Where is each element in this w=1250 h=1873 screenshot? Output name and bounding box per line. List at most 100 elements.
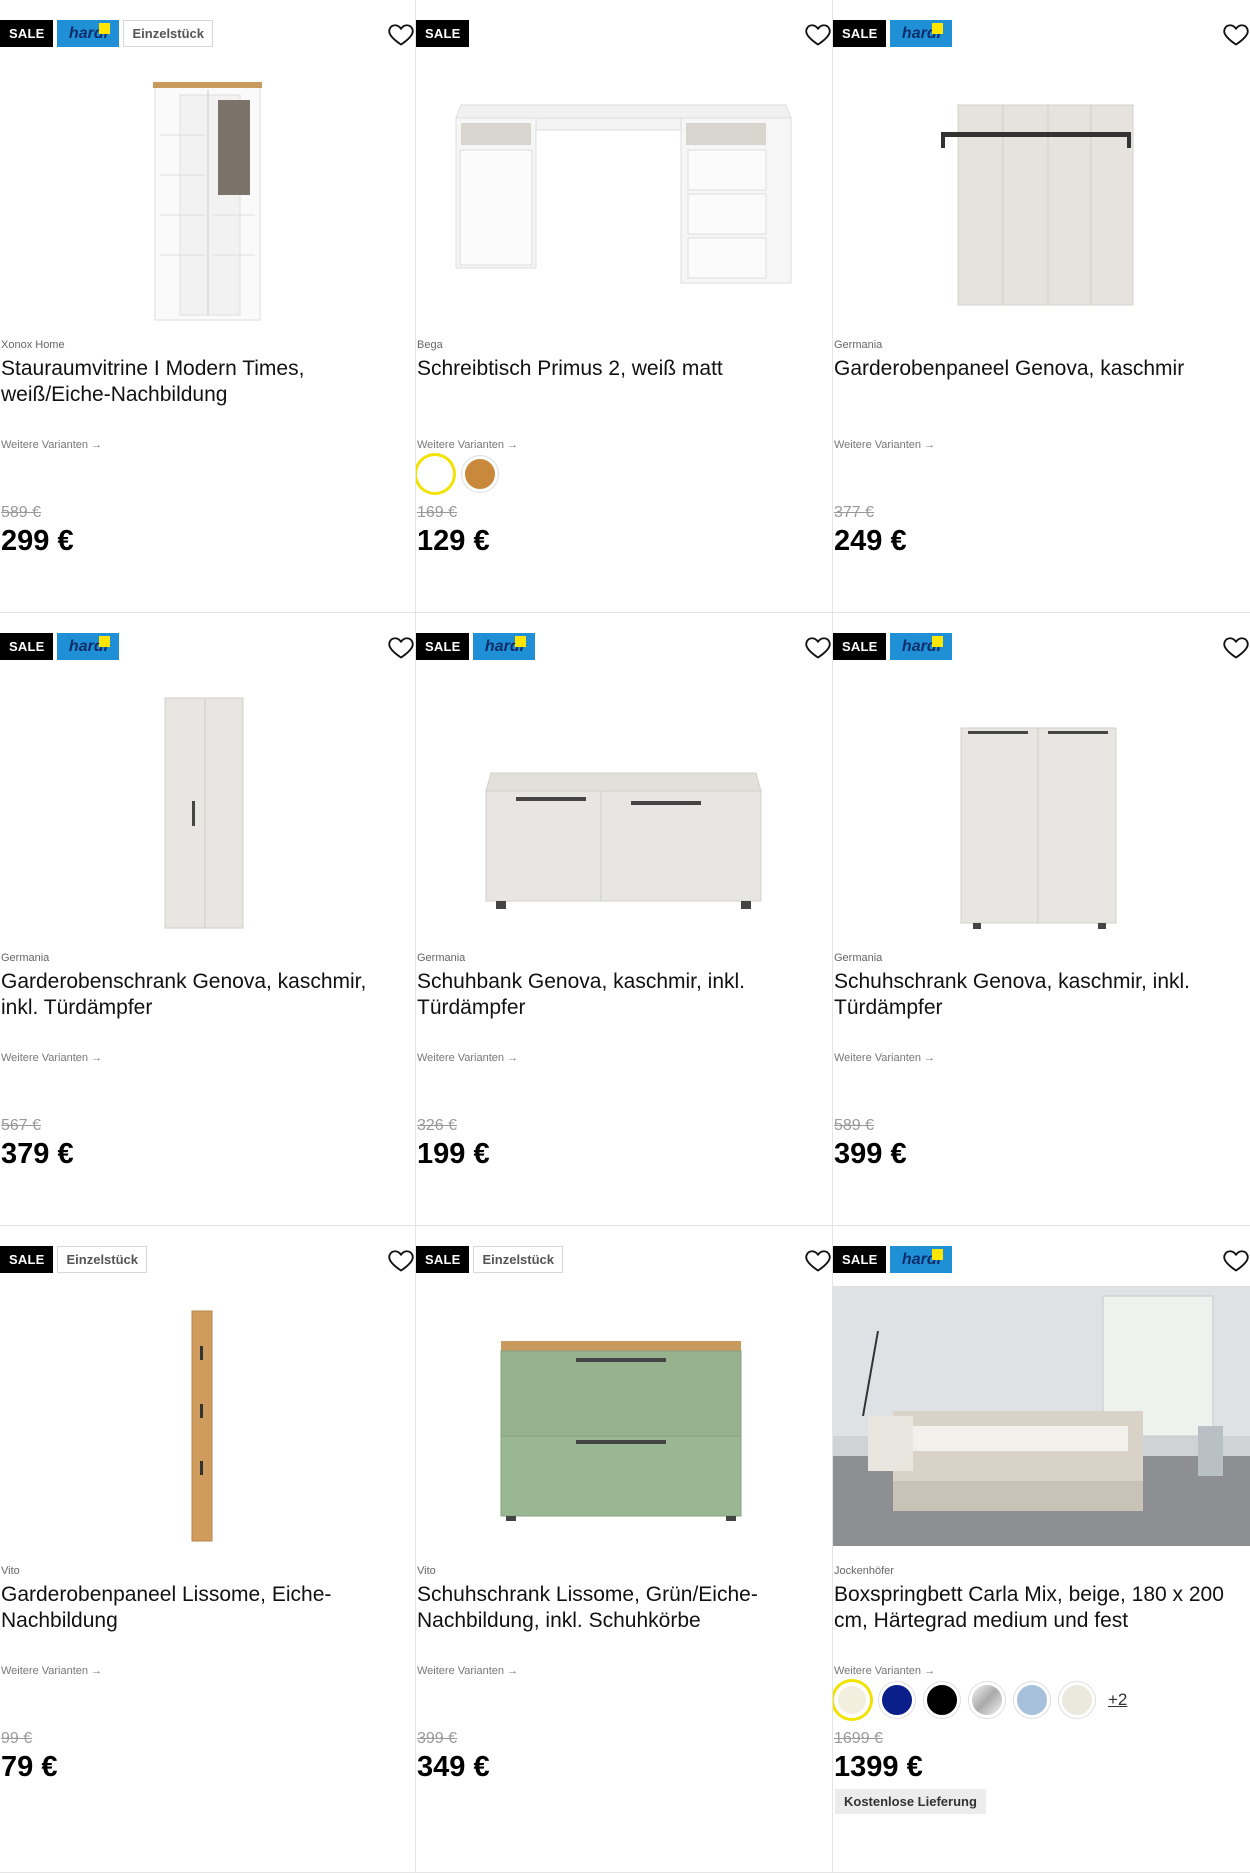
- swatch-oak[interactable]: [462, 456, 498, 492]
- brand-name: Bega: [417, 339, 443, 351]
- more-variants-link[interactable]: Weitere Varianten →: [417, 1665, 518, 1677]
- wishlist-heart-icon[interactable]: [1222, 1246, 1250, 1274]
- wishlist-heart-icon[interactable]: [804, 1246, 832, 1274]
- badge-row: SALE hardi: [833, 633, 953, 660]
- price: 79 €: [1, 1751, 58, 1783]
- brand-name: Xonox Home: [1, 339, 65, 351]
- hardi-logo-badge: hardi: [890, 20, 953, 47]
- wishlist-heart-icon[interactable]: [387, 1246, 415, 1274]
- product-card[interactable]: SALE hardi Germania Garderobenschrank Ge…: [0, 613, 415, 1225]
- sale-badge: SALE: [0, 633, 54, 660]
- swatch-black[interactable]: [924, 1682, 960, 1718]
- product-image[interactable]: [0, 60, 415, 330]
- single-item-badge: Einzelstück: [57, 1246, 148, 1273]
- single-item-badge: Einzelstück: [123, 20, 214, 47]
- more-variants-link[interactable]: Weitere Varianten →: [1, 1665, 102, 1677]
- brand-name: Germania: [417, 952, 466, 964]
- badge-row: SALE hardi: [833, 1246, 953, 1273]
- product-card[interactable]: SALE Einzelstück Vito Schuhschrank Lisso…: [416, 1226, 832, 1872]
- sale-badge: SALE: [833, 1246, 887, 1273]
- product-card[interactable]: SALE Einzelstück Vito Garderobenpaneel L…: [0, 1226, 415, 1872]
- hardi-logo-badge: hardi: [57, 633, 120, 660]
- product-title[interactable]: Boxspringbett Carla Mix, beige, 180 x 20…: [834, 1582, 1240, 1634]
- product-card[interactable]: SALE Bega Schreibtisch Primus 2, weiß ma…: [416, 0, 832, 612]
- price: 379 €: [1, 1138, 74, 1170]
- product-title[interactable]: Schuhschrank Genova, kaschmir, inkl. Tür…: [834, 969, 1240, 1021]
- old-price: 589 €: [1, 504, 42, 521]
- more-variants-link[interactable]: Weitere Varianten →: [1, 1052, 102, 1064]
- hardi-logo-badge: hardi: [890, 1246, 953, 1273]
- old-price: 399 €: [417, 1730, 458, 1747]
- hardi-logo-badge: hardi: [890, 633, 953, 660]
- color-swatches: +2: [834, 1682, 1127, 1718]
- swatch-white[interactable]: [417, 456, 453, 492]
- swatch-silver[interactable]: [969, 1682, 1005, 1718]
- product-card[interactable]: SALE hardi Einzelstück Xonox Home Staura…: [0, 0, 415, 612]
- wishlist-heart-icon[interactable]: [1222, 633, 1250, 661]
- single-item-badge: Einzelstück: [473, 1246, 564, 1273]
- badge-row: SALE Einzelstück: [0, 1246, 148, 1273]
- product-image[interactable]: [833, 60, 1250, 330]
- old-price: 377 €: [834, 504, 875, 521]
- more-swatches-link[interactable]: +2: [1108, 1690, 1127, 1710]
- badge-row: SALE Einzelstück: [416, 1246, 564, 1273]
- swatch-cream[interactable]: [1059, 1682, 1095, 1718]
- wishlist-heart-icon[interactable]: [387, 20, 415, 48]
- product-title[interactable]: Stauraumvitrine I Modern Times, weiß/Eic…: [1, 356, 405, 408]
- brand-name: Germania: [834, 339, 883, 351]
- old-price: 169 €: [417, 504, 458, 521]
- old-price: 99 €: [1, 1730, 33, 1747]
- price: 249 €: [834, 525, 907, 557]
- product-card[interactable]: SALE hardi Germania Schuhschrank Genova,…: [833, 613, 1250, 1225]
- sale-badge: SALE: [416, 633, 470, 660]
- product-image[interactable]: [833, 673, 1250, 943]
- wishlist-heart-icon[interactable]: [804, 20, 832, 48]
- price: 399 €: [834, 1138, 907, 1170]
- brand-name: Germania: [1, 952, 50, 964]
- product-title[interactable]: Garderobenpaneel Genova, kaschmir: [834, 356, 1240, 382]
- hardi-logo-badge: hardi: [473, 633, 536, 660]
- product-image[interactable]: [0, 1286, 415, 1556]
- product-title[interactable]: Schuhschrank Lissome, Grün/Eiche-Nachbil…: [417, 1582, 822, 1634]
- wishlist-heart-icon[interactable]: [1222, 20, 1250, 48]
- more-variants-link[interactable]: Weitere Varianten →: [1, 439, 102, 451]
- more-variants-link[interactable]: Weitere Varianten →: [834, 1665, 935, 1677]
- sale-badge: SALE: [833, 20, 887, 47]
- product-image[interactable]: [833, 1286, 1250, 1556]
- brand-name: Vito: [417, 1565, 436, 1577]
- price: 299 €: [1, 525, 74, 557]
- badge-row: SALE hardi: [416, 633, 536, 660]
- product-image[interactable]: [416, 1286, 832, 1556]
- swatch-blue[interactable]: [879, 1682, 915, 1718]
- wishlist-heart-icon[interactable]: [387, 633, 415, 661]
- price: 129 €: [417, 525, 490, 557]
- product-card[interactable]: SALE hardi Germania Schuhbank Genova, ka…: [416, 613, 832, 1225]
- sale-badge: SALE: [0, 20, 54, 47]
- product-title[interactable]: Schreibtisch Primus 2, weiß matt: [417, 356, 822, 382]
- old-price: 589 €: [834, 1117, 875, 1134]
- price: 1399 €: [834, 1751, 923, 1783]
- product-title[interactable]: Garderobenpaneel Lissome, Eiche-Nachbild…: [1, 1582, 405, 1634]
- product-title[interactable]: Garderobenschrank Genova, kaschmir, inkl…: [1, 969, 405, 1021]
- old-price: 1699 €: [834, 1730, 883, 1747]
- product-title[interactable]: Schuhbank Genova, kaschmir, inkl. Türdäm…: [417, 969, 822, 1021]
- free-delivery-badge: Kostenlose Lieferung: [835, 1789, 986, 1814]
- product-card[interactable]: SALE hardi Jockenhöfer Boxspringbett Car…: [833, 1226, 1250, 1872]
- badge-row: SALE hardi: [833, 20, 953, 47]
- product-image[interactable]: [0, 673, 415, 943]
- price: 349 €: [417, 1751, 490, 1783]
- badge-row: SALE hardi: [0, 633, 120, 660]
- more-variants-link[interactable]: Weitere Varianten →: [834, 439, 935, 451]
- swatch-light-blue[interactable]: [1014, 1682, 1050, 1718]
- wishlist-heart-icon[interactable]: [804, 633, 832, 661]
- brand-name: Germania: [834, 952, 883, 964]
- product-image[interactable]: [416, 60, 832, 330]
- more-variants-link[interactable]: Weitere Varianten →: [834, 1052, 935, 1064]
- swatch-beige[interactable]: [834, 1682, 870, 1718]
- more-variants-link[interactable]: Weitere Varianten →: [417, 439, 518, 451]
- badge-row: SALE hardi Einzelstück: [0, 20, 214, 47]
- product-image[interactable]: [416, 673, 832, 943]
- old-price: 326 €: [417, 1117, 458, 1134]
- product-card[interactable]: SALE hardi Germania Garderobenpaneel Gen…: [833, 0, 1250, 612]
- more-variants-link[interactable]: Weitere Varianten →: [417, 1052, 518, 1064]
